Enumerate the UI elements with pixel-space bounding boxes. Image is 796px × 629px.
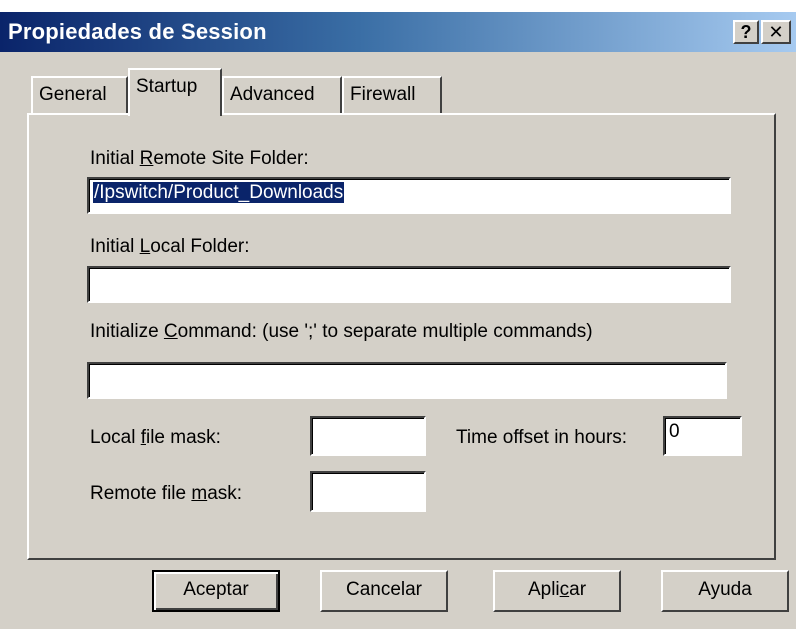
question-mark-icon: ? [740,22,752,42]
tab-advanced-label: Advanced [230,84,315,105]
tab-startup[interactable]: Startup [128,68,222,116]
apply-button-label: Aplicar [528,579,586,600]
apply-button[interactable]: Aplicar [493,570,621,612]
help-dialog-button[interactable]: Ayuda [661,570,789,612]
tab-startup-label: Startup [136,76,198,97]
tab-firewall[interactable]: Firewall [342,76,442,114]
help-dialog-button-label: Ayuda [698,579,752,600]
session-properties-dialog: Propiedades de Session ? ✕ General Advan… [0,0,796,629]
window-title: Propiedades de Session [8,19,267,44]
tab-advanced[interactable]: Advanced [222,76,342,114]
help-button[interactable]: ? [733,20,759,44]
cancel-button-label: Cancelar [345,579,423,600]
close-button[interactable]: ✕ [761,20,791,44]
ok-button[interactable]: Aceptar [152,570,280,612]
tab-firewall-label: Firewall [350,84,416,105]
apply-label-pre: Apli [527,579,560,600]
apply-label-post: ar [569,579,587,600]
close-icon: ✕ [768,22,784,42]
title-bar[interactable]: Propiedades de Session ? ✕ [0,12,796,52]
startup-panel [27,113,776,560]
top-strip [0,0,796,12]
cancel-button[interactable]: Cancelar [320,570,448,612]
tab-general[interactable]: General [31,76,128,114]
apply-label-key: c [559,579,570,600]
tab-general-label: General [39,84,107,105]
ok-button-label: Aceptar [183,579,249,600]
